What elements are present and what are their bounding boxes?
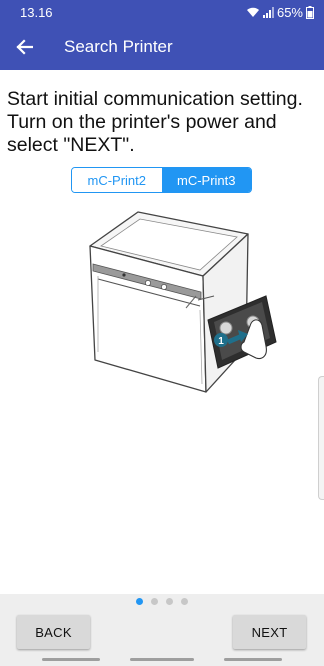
model-option-mc-print3[interactable]: mC-Print3 (161, 168, 251, 192)
battery-icon (306, 5, 314, 19)
back-button[interactable]: BACK (17, 615, 90, 649)
instruction-text: Start initial communication setting. Tur… (7, 88, 303, 156)
page-dot (166, 598, 173, 605)
page-indicator (0, 598, 324, 605)
arrow-left-icon (16, 39, 33, 55)
wifi-icon (246, 7, 259, 17)
status-icons: 65% (246, 5, 314, 20)
indicator-icon (122, 273, 126, 277)
model-selector: mC-Print2 mC-Print3 (71, 167, 252, 193)
printer-illustration: 1 (89, 211, 277, 393)
signal-icon (262, 6, 274, 18)
nav-gesture-hint (130, 658, 194, 661)
back-arrow-button[interactable] (0, 24, 48, 70)
feed-button-icon (145, 280, 151, 286)
status-time: 13.16 (20, 4, 53, 20)
status-bar: 13.16 65% (0, 0, 324, 24)
nav-gesture-hint (42, 658, 100, 661)
edge-panel-handle[interactable] (318, 376, 324, 500)
page-title: Search Printer (64, 37, 173, 56)
app-bar: Search Printer (0, 24, 324, 70)
next-button[interactable]: NEXT (233, 615, 306, 649)
page-dot (181, 598, 188, 605)
step-marker-label: 1 (218, 336, 224, 347)
printer-illustration-area: 1 (0, 200, 324, 594)
power-button-icon (161, 284, 167, 290)
nav-gesture-hint (224, 658, 282, 661)
feed-button-zoom-icon (219, 321, 233, 335)
battery-percent: 65% (276, 4, 303, 20)
page-dot (136, 598, 143, 605)
model-option-mc-print2[interactable]: mC-Print2 (72, 168, 162, 192)
page-dot (151, 598, 158, 605)
